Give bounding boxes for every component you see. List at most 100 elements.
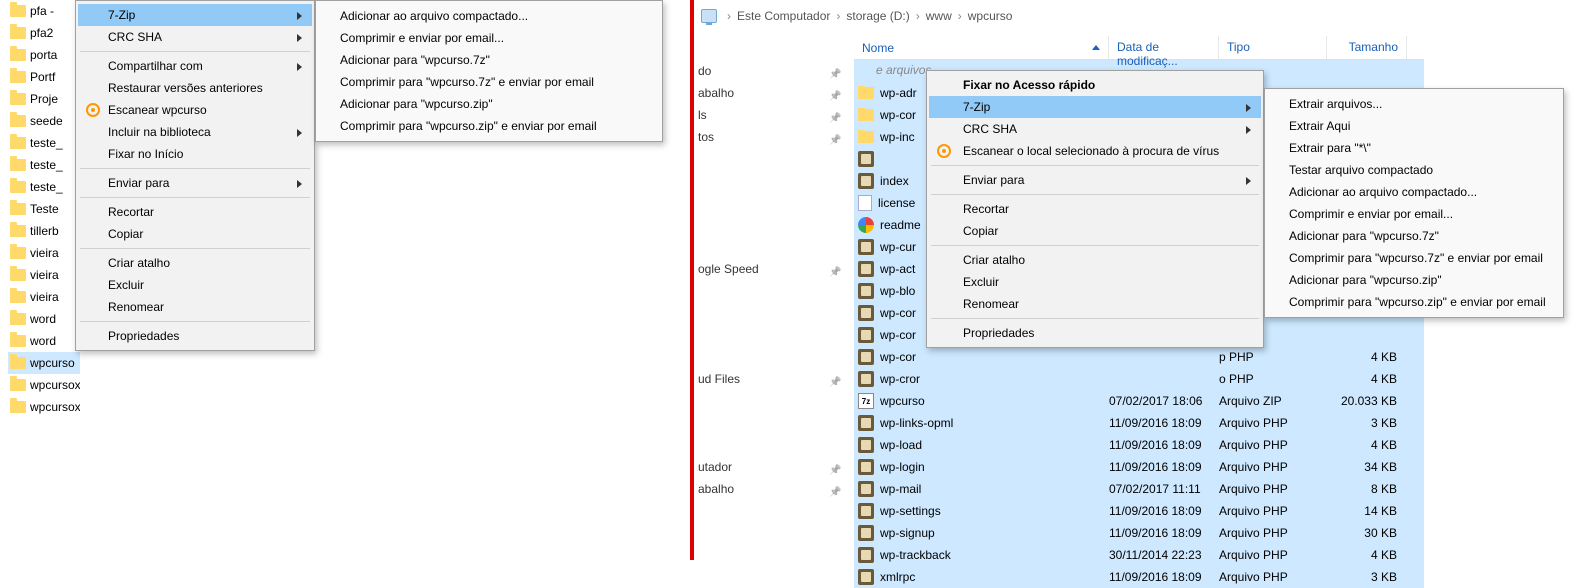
file-row[interactable]: wp-signup11/09/2016 18:09Arquivo PHP30 K… [854, 522, 1424, 544]
nav-item[interactable] [694, 346, 849, 368]
file-row[interactable]: wpcurso07/02/2017 18:06Arquivo ZIP20.033… [854, 390, 1424, 412]
nav-item[interactable] [694, 434, 849, 456]
submenu-compress-7z-email[interactable]: Comprimir para "wpcurso.7z" e enviar por… [318, 71, 660, 93]
submenu-add-archive[interactable]: Adicionar ao arquivo compactado... [1267, 181, 1561, 203]
submenu-add-archive[interactable]: Adicionar ao arquivo compactado... [318, 5, 660, 27]
tree-folder[interactable]: word [8, 330, 80, 352]
submenu-extract-here[interactable]: Extrair Aqui [1267, 115, 1561, 137]
menu-cut[interactable]: Recortar [78, 201, 312, 223]
file-row[interactable]: wp-corp PHP4 KB [854, 346, 1424, 368]
submenu-extract-to[interactable]: Extrair para "*\" [1267, 137, 1561, 159]
tree-folder[interactable]: Teste [8, 198, 80, 220]
column-headers[interactable]: Nome Data de modificaç... Tipo Tamanho [854, 36, 1424, 60]
file-row[interactable]: wp-links-opml11/09/2016 18:09Arquivo PHP… [854, 412, 1424, 434]
tree-folder[interactable]: teste_ [8, 132, 80, 154]
file-row[interactable]: wp-trackback30/11/2014 22:23Arquivo PHP4… [854, 544, 1424, 566]
nav-item[interactable]: ud Files [694, 368, 849, 390]
nav-item[interactable] [694, 280, 849, 302]
submenu-add-7z[interactable]: Adicionar para "wpcurso.7z" [318, 49, 660, 71]
file-row[interactable]: wp-mail07/02/2017 11:11Arquivo PHP8 KB [854, 478, 1424, 500]
menu-properties[interactable]: Propriedades [78, 325, 312, 347]
file-row[interactable]: wp-settings11/09/2016 18:09Arquivo PHP14… [854, 500, 1424, 522]
tree-folder[interactable]: pfa - [8, 0, 80, 22]
tree-folder[interactable]: wpcursoxx [8, 396, 80, 418]
file-row[interactable]: xmlrpc11/09/2016 18:09Arquivo PHP3 KB [854, 566, 1424, 588]
breadcrumb[interactable]: › Este Computador › storage (D:) › www ›… [697, 4, 1012, 28]
nav-item[interactable]: abalho [694, 82, 849, 104]
tree-folder[interactable]: vieira [8, 242, 80, 264]
nav-item[interactable]: abalho [694, 478, 849, 500]
header-type[interactable]: Tipo [1219, 36, 1327, 59]
menu-cut[interactable]: Recortar [929, 198, 1261, 220]
tree-folder[interactable]: teste_ [8, 154, 80, 176]
submenu-compress-email[interactable]: Comprimir e enviar por email... [318, 27, 660, 49]
nav-item[interactable]: ogle Speed [694, 258, 849, 280]
nav-item[interactable] [694, 412, 849, 434]
tree-folder[interactable]: wpcurso [8, 352, 80, 374]
file-row[interactable]: wp-login11/09/2016 18:09Arquivo PHP34 KB [854, 456, 1424, 478]
submenu-compress-email[interactable]: Comprimir e enviar por email... [1267, 203, 1561, 225]
tree-folder[interactable]: word [8, 308, 80, 330]
menu-scan[interactable]: Escanear o local selecionado à procura d… [929, 140, 1261, 162]
tree-folder[interactable]: teste_ [8, 176, 80, 198]
menu-delete[interactable]: Excluir [929, 271, 1261, 293]
nav-item[interactable] [694, 170, 849, 192]
menu-copy[interactable]: Copiar [929, 220, 1261, 242]
menu-7zip[interactable]: 7-Zip [78, 4, 312, 26]
file-row[interactable]: wp-croro PHP4 KB [854, 368, 1424, 390]
nav-item[interactable] [694, 302, 849, 324]
tree-folder[interactable]: tillerb [8, 220, 80, 242]
tree-folder[interactable]: wpcursox [8, 374, 80, 396]
menu-crc-sha[interactable]: CRC SHA [929, 118, 1261, 140]
nav-item[interactable]: do [694, 60, 849, 82]
menu-send-to[interactable]: Enviar para [78, 172, 312, 194]
header-name[interactable]: Nome [854, 36, 1109, 59]
tree-folder[interactable]: porta [8, 44, 80, 66]
submenu-extract-files[interactable]: Extrair arquivos... [1267, 93, 1561, 115]
menu-crc-sha[interactable]: CRC SHA [78, 26, 312, 48]
submenu-add-zip[interactable]: Adicionar para "wpcurso.zip" [1267, 269, 1561, 291]
menu-create-shortcut[interactable]: Criar atalho [929, 249, 1261, 271]
menu-copy[interactable]: Copiar [78, 223, 312, 245]
submenu-add-zip[interactable]: Adicionar para "wpcurso.zip" [318, 93, 660, 115]
header-date[interactable]: Data de modificaç... [1109, 36, 1219, 59]
nav-item[interactable] [694, 148, 849, 170]
menu-include-library[interactable]: Incluir na biblioteca [78, 121, 312, 143]
menu-restore-versions[interactable]: Restaurar versões anteriores [78, 77, 312, 99]
header-size[interactable]: Tamanho [1327, 36, 1407, 59]
menu-pin-quick-access[interactable]: Fixar no Acesso rápido [929, 74, 1261, 96]
nav-item[interactable] [694, 214, 849, 236]
menu-scan[interactable]: Escanear wpcurso [78, 99, 312, 121]
nav-item[interactable] [694, 236, 849, 258]
menu-share[interactable]: Compartilhar com [78, 55, 312, 77]
menu-properties[interactable]: Propriedades [929, 322, 1261, 344]
nav-item[interactable] [694, 324, 849, 346]
menu-7zip[interactable]: 7-Zip [929, 96, 1261, 118]
menu-send-to[interactable]: Enviar para [929, 169, 1261, 191]
tree-folder[interactable]: vieira [8, 286, 80, 308]
tree-folder[interactable]: seede [8, 110, 80, 132]
tree-folder[interactable]: vieira [8, 264, 80, 286]
submenu-compress-7z-email[interactable]: Comprimir para "wpcurso.7z" e enviar por… [1267, 247, 1561, 269]
file-row[interactable]: wp-load11/09/2016 18:09Arquivo PHP4 KB [854, 434, 1424, 456]
crumb[interactable]: storage (D:) [846, 9, 909, 23]
crumb[interactable]: Este Computador [737, 9, 830, 23]
submenu-test-archive[interactable]: Testar arquivo compactado [1267, 159, 1561, 181]
nav-item[interactable] [694, 192, 849, 214]
crumb[interactable]: wpcurso [968, 9, 1013, 23]
submenu-compress-zip-email[interactable]: Comprimir para "wpcurso.zip" e enviar po… [1267, 291, 1561, 313]
submenu-compress-zip-email[interactable]: Comprimir para "wpcurso.zip" e enviar po… [318, 115, 660, 137]
menu-rename[interactable]: Renomear [929, 293, 1261, 315]
menu-create-shortcut[interactable]: Criar atalho [78, 252, 312, 274]
nav-item[interactable]: ls [694, 104, 849, 126]
tree-folder[interactable]: pfa2 [8, 22, 80, 44]
nav-item[interactable]: utador [694, 456, 849, 478]
menu-pin-start[interactable]: Fixar no Início [78, 143, 312, 165]
nav-item[interactable] [694, 390, 849, 412]
tree-folder[interactable]: Portf [8, 66, 80, 88]
menu-rename[interactable]: Renomear [78, 296, 312, 318]
crumb[interactable]: www [926, 9, 952, 23]
tree-folder[interactable]: Proje [8, 88, 80, 110]
submenu-add-7z[interactable]: Adicionar para "wpcurso.7z" [1267, 225, 1561, 247]
menu-delete[interactable]: Excluir [78, 274, 312, 296]
